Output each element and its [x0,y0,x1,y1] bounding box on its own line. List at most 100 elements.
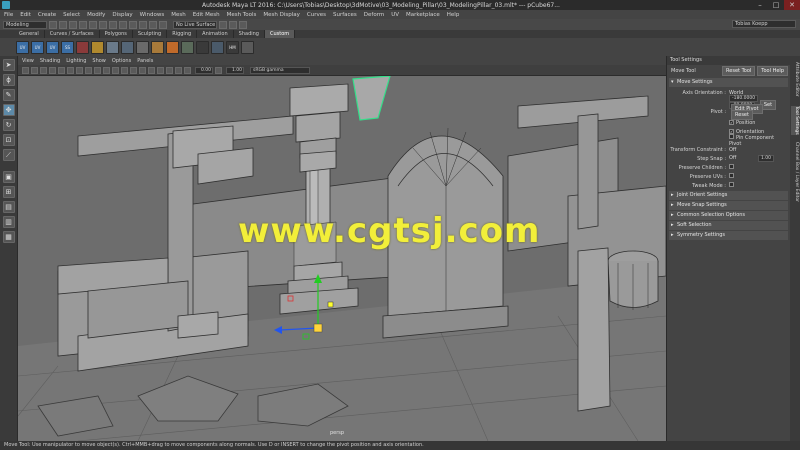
combine-icon[interactable] [121,40,134,54]
single-view-icon[interactable]: ▣ [2,171,15,183]
menu-mesh[interactable]: Mesh [171,12,185,18]
user-account-field[interactable]: Tobias Koepp [732,20,796,28]
menu-windows[interactable]: Windows [140,12,165,18]
menu-mesh-display[interactable]: Mesh Display [263,12,300,18]
textured-icon[interactable] [121,66,128,74]
render-settings-icon[interactable] [239,20,247,29]
shelf-tab-rigging[interactable]: Rigging [167,30,198,38]
select-tool-icon[interactable]: ➤ [2,59,15,71]
shelf-tab-shading[interactable]: Shading [234,30,265,38]
step-snap-value[interactable]: 1.00 [757,155,775,162]
section-move-settings[interactable]: Move Settings [669,78,788,87]
save-scene-icon[interactable] [69,20,77,29]
render-icon[interactable] [219,20,227,29]
perspective-viewport[interactable]: www.cgtsj.com persp [18,76,666,441]
shelf-tab-general[interactable]: General [14,30,45,38]
menu-create[interactable]: Create [38,12,56,18]
uv-planar-icon[interactable]: UV [31,40,44,54]
maximize-button[interactable]: □ [768,0,784,10]
camera-attr-icon[interactable] [31,66,38,74]
color-space-selector[interactable]: sRGB gamma [250,66,310,74]
section-soft-selection[interactable]: Soft Selection [669,221,788,230]
side-tab-attribute-editor[interactable]: Attribute Editor [791,62,799,97]
film-gate-icon[interactable] [67,66,74,74]
wireframe-icon[interactable] [94,66,101,74]
vp-menu-panels[interactable]: Panels [137,58,153,64]
bookmark-icon[interactable] [40,66,47,74]
vp-menu-options[interactable]: Options [112,58,131,64]
side-tab-tool-settings[interactable]: Tool Settings [791,106,799,135]
mirror-icon[interactable] [211,40,224,54]
ambient-occlusion-icon[interactable] [148,66,155,74]
menu-mesh-tools[interactable]: Mesh Tools [227,12,257,18]
gate-mask-icon[interactable] [85,66,92,74]
graph-layout-icon[interactable]: ▥ [2,216,15,228]
rotate-tool-icon[interactable]: ↻ [2,119,15,131]
image-plane-icon[interactable] [49,66,56,74]
menu-curves[interactable]: Curves [307,12,326,18]
smooth-shade-icon[interactable] [103,66,110,74]
reset-tool-button[interactable]: Reset Tool [722,66,756,76]
bevel-icon[interactable] [166,40,179,54]
redo-icon[interactable] [89,20,97,29]
position-checkbox[interactable]: ✓ [729,119,734,125]
new-scene-icon[interactable] [49,20,57,29]
uv-unfold-icon[interactable]: UV [46,40,59,54]
separate-icon[interactable] [136,40,149,54]
anti-aliasing-icon[interactable] [166,66,173,74]
shadows-icon[interactable] [139,66,146,74]
center-pivot-icon[interactable] [91,40,104,54]
shelf-tab-polygons[interactable]: Polygons [100,30,133,38]
lasso-tool-icon[interactable]: ϕ [2,74,15,86]
snap-point-icon[interactable] [149,20,157,29]
cube-icon[interactable] [151,40,164,54]
xray-icon[interactable] [184,66,191,74]
section-move-snap[interactable]: Move Snap Settings [669,201,788,210]
outliner-layout-icon[interactable]: ▤ [2,201,15,213]
undo-icon[interactable] [79,20,87,29]
vp-menu-shading[interactable]: Shading [40,58,60,64]
isolate-select-icon[interactable] [175,66,182,74]
vp-menu-lighting[interactable]: Lighting [66,58,86,64]
menu-file[interactable]: File [4,12,13,18]
section-joint-orient[interactable]: Joint Orient Settings [669,191,788,200]
lights-icon[interactable] [130,66,137,74]
tool-help-button[interactable]: Tool Help [757,66,788,76]
snap-grid-icon[interactable] [129,20,137,29]
live-surface-field[interactable]: No Live Surface [173,20,217,29]
pin-pivot-checkbox[interactable] [729,134,734,139]
axis-value-x[interactable]: -180.0000 [729,94,759,102]
scale-tool-icon[interactable]: ⊡ [2,134,15,146]
ipr-render-icon[interactable] [229,20,237,29]
menu-edit-mesh[interactable]: Edit Mesh [193,12,220,18]
grid-toggle-icon[interactable] [58,66,65,74]
orientation-checkbox[interactable]: ✓ [729,128,734,134]
menu-help[interactable]: Help [447,12,460,18]
vp-menu-view[interactable]: View [22,58,34,64]
section-symmetry[interactable]: Symmetry Settings [669,231,788,240]
resolution-gate-icon[interactable] [76,66,83,74]
shelf-tab-curves-surfaces[interactable]: Curves / Surfaces [45,30,100,38]
menu-deform[interactable]: Deform [364,12,384,18]
menu-display[interactable]: Display [112,12,132,18]
menu-marketplace[interactable]: Marketplace [406,12,440,18]
select-object-icon[interactable] [109,20,117,29]
last-tool-icon[interactable]: ⟋ [2,149,15,161]
select-component-icon[interactable] [119,20,127,29]
extrude-icon[interactable] [181,40,194,54]
freeze-transform-icon[interactable] [106,40,119,54]
uv-editor-icon[interactable]: UV [16,40,29,54]
reset-pivot-button[interactable]: Reset [731,110,753,120]
motion-blur-icon[interactable] [157,66,164,74]
menu-uv[interactable]: UV [391,12,399,18]
preserve-uvs-checkbox[interactable] [729,173,734,178]
snap-curve-icon[interactable] [139,20,147,29]
gamma-field[interactable]: 1.00 [226,66,244,74]
transform-constraint-dropdown[interactable]: Off [729,147,787,153]
uv-sew-icon[interactable]: SS [61,40,74,54]
move-tool-icon[interactable]: ✥ [2,104,15,116]
menu-select[interactable]: Select [63,12,80,18]
section-common-selection[interactable]: Common Selection Options [669,211,788,220]
minimize-button[interactable]: – [752,0,768,10]
close-button[interactable]: ✕ [784,0,800,10]
